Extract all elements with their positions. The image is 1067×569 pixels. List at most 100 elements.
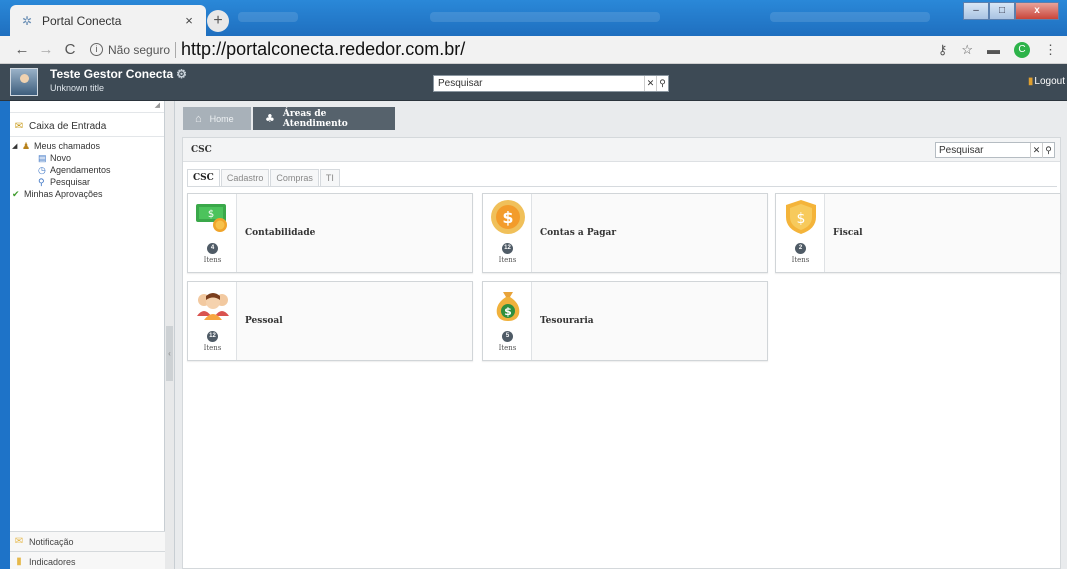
svg-text:$: $ [502, 208, 513, 227]
tree-item-meus-chamados[interactable]: ◢ ♟ Meus chamados [10, 140, 164, 152]
svg-text:$: $ [208, 209, 214, 220]
tree-item-pesquisar[interactable]: ⚲ Pesquisar [10, 176, 164, 188]
maximize-icon[interactable]: □ [989, 2, 1015, 20]
tree-item-agendamentos[interactable]: ◷ Agendamentos [10, 164, 164, 176]
user-icon: ♟ [22, 140, 31, 151]
card-icon-column: $ 5 Itens [483, 282, 532, 360]
sitemap-icon: ♣ [265, 112, 275, 125]
breadcrumb-current[interactable]: ♣ Áreas de Atendimento [253, 107, 395, 130]
info-icon: i [90, 43, 103, 56]
card-contabilidade[interactable]: $ 4 Itens Contabilidade [187, 193, 473, 273]
breadcrumb: ⌂ Home ♣ Áreas de Atendimento [183, 107, 395, 130]
sidebar-collapse-handle[interactable]: ◢ [10, 101, 164, 113]
logout-link[interactable]: ▮Logout [1028, 76, 1065, 87]
portal-favicon-icon: ✲ [21, 13, 33, 28]
card-icon-column: $ 12 Itens [483, 194, 532, 272]
window-controls: – □ x [963, 2, 1059, 20]
search-icon[interactable]: ⚲ [656, 76, 668, 91]
tab-title: Portal Conecta [42, 13, 122, 28]
window-close-icon[interactable]: x [1015, 2, 1059, 20]
user-title: Unknown title [50, 83, 105, 93]
blurred-tab [770, 12, 930, 22]
user-avatar[interactable] [10, 68, 38, 96]
clear-icon[interactable]: ✕ [644, 76, 656, 91]
breadcrumb-label: Áreas de Atendimento [282, 108, 348, 129]
csc-panel: CSC Pesquisar ✕ ⚲ CSC Cadastro Compras T… [182, 137, 1061, 569]
tab-close-icon[interactable]: × [182, 13, 196, 28]
card-fiscal[interactable]: $ 2 Itens Fiscal [775, 193, 1061, 273]
panel-search[interactable]: Pesquisar ✕ ⚲ [935, 142, 1055, 158]
splitter-grip-icon[interactable]: ‹ [166, 326, 173, 381]
tab-cadastro[interactable]: Cadastro [220, 169, 270, 186]
tree-label: Minhas Aprovações [24, 189, 103, 199]
panel-search-input[interactable]: Pesquisar [936, 145, 1030, 156]
sidebar: ◢ ✉ Caixa de Entrada ◢ ♟ Meus chamados ▤… [10, 101, 165, 569]
sidebar-item-notificacao[interactable]: ✉ Notificação [10, 531, 165, 551]
items-label: Itens [498, 256, 517, 264]
bookmark-star-icon[interactable]: ☆ [961, 42, 973, 58]
logout-label: Logout [1034, 76, 1065, 87]
profile-avatar[interactable]: C [1014, 41, 1030, 58]
address-bar: ← → C i Não seguro http://portalconecta.… [0, 36, 1067, 64]
people-icon [197, 293, 229, 320]
item-count-badge: 2 [795, 243, 806, 254]
omnibar-actions: ⚷ ☆ ▬ C ⋮ [938, 41, 1057, 58]
extension-icon[interactable]: ▬ [987, 42, 1000, 57]
tree-item-novo[interactable]: ▤ Novo [10, 152, 164, 164]
card-title: Fiscal [833, 228, 863, 238]
sidebar-item-label: Indicadores [29, 556, 76, 567]
security-label: Não seguro [108, 42, 171, 57]
expand-triangle-icon[interactable]: ◢ [12, 142, 22, 150]
card-contas-a-pagar[interactable]: $ 12 Itens Contas a Pagar [482, 193, 768, 273]
item-count-badge: 5 [502, 331, 513, 342]
breadcrumb-label: Home [209, 113, 234, 124]
global-search-input[interactable]: Pesquisar [434, 78, 644, 89]
search-icon[interactable]: ⚲ [1042, 142, 1054, 158]
money-icon: $ [196, 204, 227, 232]
tab-compras[interactable]: Compras [270, 169, 319, 186]
bar-chart-icon: ▮ [16, 556, 22, 567]
breadcrumb-home[interactable]: ⌂ Home [183, 107, 251, 130]
minimize-icon[interactable]: – [963, 2, 989, 20]
sidebar-item-inbox[interactable]: ✉ Caixa de Entrada [10, 117, 164, 137]
key-icon[interactable]: ⚷ [938, 42, 948, 58]
tree-label: Agendamentos [50, 165, 111, 175]
items-label: Itens [203, 256, 222, 264]
url-text[interactable]: http://portalconecta.rededor.com.br/ [181, 39, 465, 60]
security-indicator[interactable]: i Não seguro [90, 43, 170, 57]
reload-icon[interactable]: C [58, 41, 82, 58]
sidebar-splitter[interactable]: ‹ [165, 101, 175, 569]
browser-tab-strip: ✲ Portal Conecta × + – □ x [0, 0, 1067, 36]
clear-icon[interactable]: ✕ [1030, 142, 1042, 158]
gear-icon[interactable]: ⚙ [176, 67, 187, 81]
svg-text:$: $ [504, 305, 512, 318]
sidebar-item-label: Notificação [29, 536, 74, 547]
tab-csc[interactable]: CSC [187, 169, 220, 186]
global-search[interactable]: Pesquisar ✕ ⚲ [433, 75, 669, 92]
card-icon-column: $ 2 Itens [776, 194, 825, 272]
app-header: Teste Gestor Conecta ⚙ Unknown title Pesq… [0, 64, 1067, 101]
tree-item-aprovacoes[interactable]: ✔ Minhas Aprovações [10, 188, 164, 200]
menu-dots-icon[interactable]: ⋮ [1044, 42, 1057, 58]
sidebar-tree: ◢ ♟ Meus chamados ▤ Novo ◷ Agendamentos … [10, 137, 164, 200]
home-icon: ⌂ [195, 112, 202, 125]
card-title: Tesouraria [540, 316, 594, 326]
sidebar-item-label: Caixa de Entrada [29, 121, 107, 132]
forward-icon[interactable]: → [34, 41, 58, 58]
tab-underline [187, 186, 1057, 187]
sidebar-item-indicadores[interactable]: ▮ Indicadores [10, 551, 165, 569]
panel-tabs: CSC Cadastro Compras TI [187, 169, 341, 186]
user-name-row: Teste Gestor Conecta ⚙ [50, 67, 187, 81]
shield-dollar-icon: $ [786, 200, 816, 234]
panel-title: CSC [191, 144, 212, 155]
browser-tab[interactable]: ✲ Portal Conecta × [10, 5, 206, 36]
card-pessoal[interactable]: 12 Itens Pessoal [187, 281, 473, 361]
tab-ti[interactable]: TI [319, 169, 340, 186]
logout-icon: ▮ [1027, 76, 1034, 87]
new-tab-button[interactable]: + [207, 10, 229, 32]
items-label: Itens [498, 344, 517, 352]
tree-label: Pesquisar [50, 177, 91, 187]
card-tesouraria[interactable]: $ 5 Itens Tesouraria [482, 281, 768, 361]
url-separator [175, 41, 177, 58]
back-icon[interactable]: ← [10, 41, 34, 58]
